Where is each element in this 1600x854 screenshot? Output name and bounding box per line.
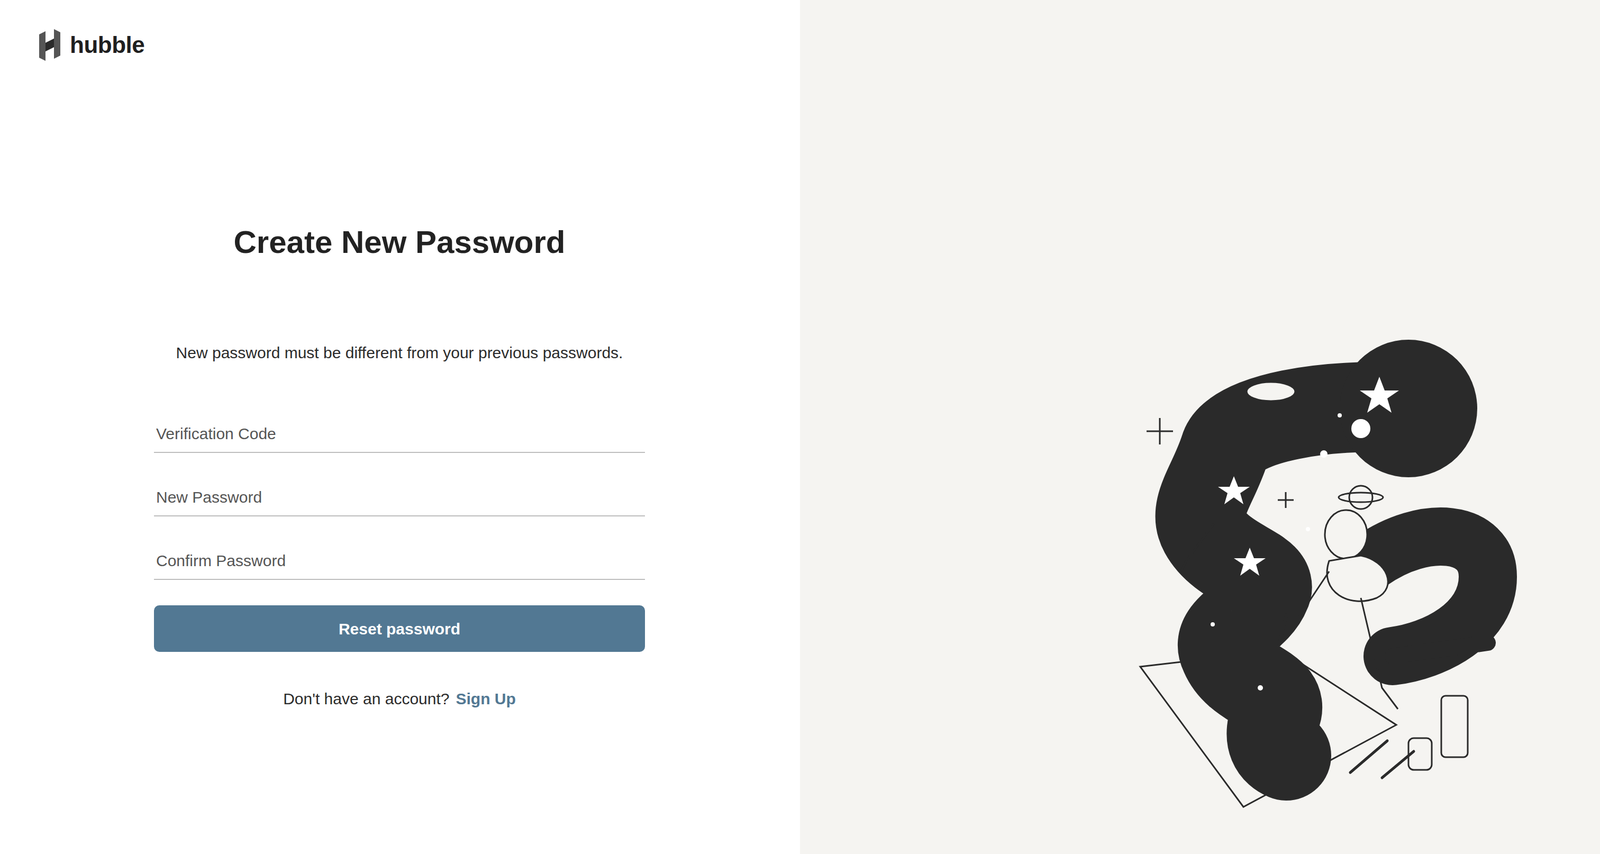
subtitle: New password must be different from your… (153, 342, 645, 363)
text-field[interactable] (153, 415, 645, 453)
text-field[interactable] (153, 479, 645, 517)
hubble-logo-icon (38, 28, 62, 62)
signup-text: Don't have an account? (283, 688, 450, 709)
form-panel: hubble Create New Password New password mu… (0, 0, 800, 854)
text-field[interactable] (153, 542, 645, 580)
reset-form: Create New Password New password must be … (153, 62, 645, 709)
brand-logo[interactable]: hubble (0, 0, 800, 63)
space-painter-icon (800, 0, 1600, 854)
field-list (153, 415, 645, 580)
signup-link[interactable]: Sign Up (455, 688, 516, 709)
reset-button[interactable]: Reset password (153, 605, 645, 652)
heading: Create New Password (153, 223, 645, 262)
signup-prompt: Don't have an account?Sign Up (153, 688, 645, 709)
brand-name: hubble (69, 28, 145, 62)
illustration-panel (800, 0, 1600, 854)
